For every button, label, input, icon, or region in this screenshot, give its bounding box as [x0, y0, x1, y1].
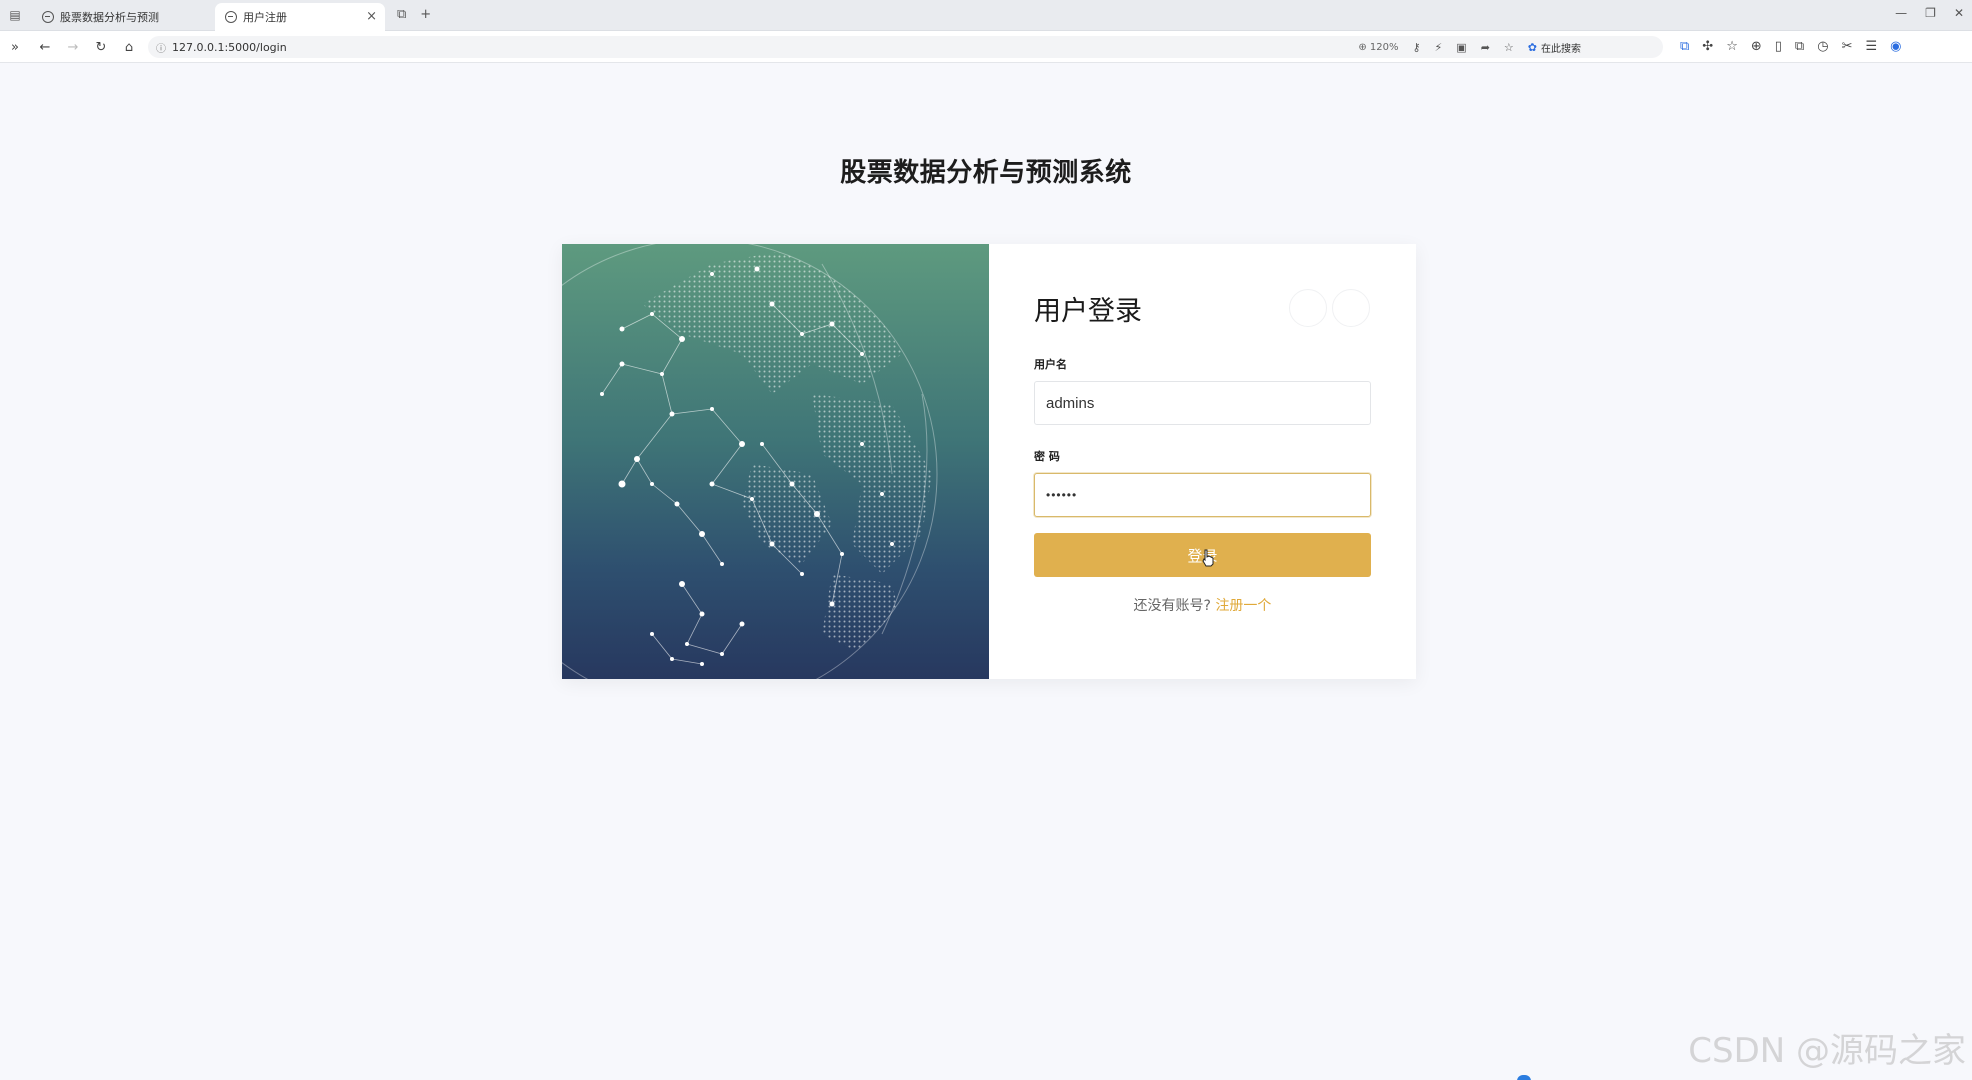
translate-icon[interactable]: ⧉: [1680, 39, 1689, 54]
url-input[interactable]: ⓘ 127.0.0.1:5000/login ⊕ 120% ⚷ ⚡ ▣ ➦ ☆ …: [148, 36, 1663, 58]
tab-stock-analysis[interactable]: 股票数据分析与预测: [32, 3, 212, 31]
globe-icon: [42, 11, 54, 23]
floating-widget-icon[interactable]: [1517, 1075, 1531, 1080]
phone-icon[interactable]: ▯: [1775, 39, 1782, 54]
form-heading: 用户登录: [1034, 296, 1142, 327]
username-label: 用户名: [1034, 358, 1067, 371]
password-label: 密 码: [1034, 450, 1060, 463]
collections-icon[interactable]: ⧉: [1795, 39, 1804, 54]
register-link[interactable]: 注册一个: [1215, 598, 1271, 614]
collapse-icon[interactable]: »: [6, 38, 24, 56]
page-title: 股票数据分析与预测系统: [840, 158, 1132, 188]
history-icon[interactable]: ◷: [1817, 39, 1828, 54]
zoom-icon: ⊕: [1358, 42, 1367, 53]
sidebar-toggle-icon[interactable]: ▤: [5, 7, 25, 23]
back-icon[interactable]: ←: [36, 38, 54, 56]
search-engine-box[interactable]: ✿ 在此搜索: [1528, 40, 1581, 55]
register-prompt: 还没有账号? 注册一个: [989, 595, 1416, 615]
register-prompt-text: 还没有账号?: [1133, 598, 1211, 614]
zoom-indicator[interactable]: ⊕ 120%: [1358, 42, 1398, 53]
extension-icon[interactable]: ✣: [1702, 39, 1713, 54]
decorative-circle: [1332, 289, 1370, 327]
minimize-icon[interactable]: —: [1895, 6, 1907, 20]
new-tab-icon[interactable]: +: [420, 7, 431, 22]
reload-icon[interactable]: ↻: [92, 38, 110, 56]
window-controls: — ❐ ✕: [1895, 6, 1964, 20]
paw-icon: ✿: [1527, 41, 1537, 54]
info-icon: ⓘ: [156, 43, 166, 55]
star-icon[interactable]: ☆: [1504, 41, 1514, 54]
login-form: 用户登录 用户名 密 码 登录 还没有账号? 注册一个: [989, 244, 1416, 679]
browser-toolbar: ⧉ ✣ ☆ ⊕ ▯ ⧉ ◷ ✂ ☰ ◉: [1680, 39, 1901, 54]
tab-title: 用户注册: [243, 11, 287, 24]
favorites-icon[interactable]: ☆: [1726, 39, 1738, 54]
menu-icon[interactable]: ☰: [1865, 39, 1877, 54]
globe-icon: [225, 11, 237, 23]
profile-icon[interactable]: ◉: [1890, 39, 1901, 54]
search-engine-label: 在此搜索: [1541, 44, 1581, 55]
hand-cursor-icon: [1202, 549, 1214, 567]
zoom-level: 120%: [1369, 42, 1399, 53]
decorative-circle: [1289, 289, 1327, 327]
restore-icon[interactable]: ❐: [1925, 6, 1936, 20]
omnibox-actions: ⊕ 120% ⚷ ⚡ ▣ ➦ ☆ ✿ 在此搜索: [1358, 40, 1653, 55]
forward-icon[interactable]: →: [64, 38, 82, 56]
close-window-icon[interactable]: ✕: [1954, 6, 1964, 20]
key-icon[interactable]: ⚷: [1412, 41, 1420, 54]
close-tab-icon[interactable]: ×: [366, 9, 377, 24]
tab-actions: ⧉ +: [397, 7, 431, 22]
home-icon[interactable]: ⌂: [120, 38, 138, 56]
reader-icon[interactable]: ▣: [1456, 41, 1466, 54]
globe-network-graphic: [562, 244, 938, 679]
watermark: CSDN @源码之家: [1688, 1031, 1966, 1071]
tab-user-register[interactable]: 用户注册 ×: [215, 3, 385, 31]
username-input[interactable]: [1034, 381, 1371, 425]
browser-address-bar: » ← → ↻ ⌂ ⓘ 127.0.0.1:5000/login ⊕ 120% …: [0, 31, 1972, 63]
url-text: 127.0.0.1:5000/login: [172, 40, 287, 54]
share-icon[interactable]: ➦: [1481, 41, 1490, 54]
lightning-icon[interactable]: ⚡: [1435, 41, 1443, 54]
screenshot-icon[interactable]: ✂: [1842, 39, 1853, 54]
globe-network-illustration: [562, 244, 989, 679]
password-input[interactable]: [1034, 473, 1371, 517]
tab-group-icon[interactable]: ⧉: [397, 7, 406, 22]
browser-tab-bar: ▤ 股票数据分析与预测 用户注册 × ⧉ + — ❐ ✕: [0, 0, 1972, 31]
login-card: 用户登录 用户名 密 码 登录 还没有账号? 注册一个: [562, 244, 1416, 679]
download-icon[interactable]: ⊕: [1751, 39, 1762, 54]
tab-title: 股票数据分析与预测: [60, 11, 159, 24]
